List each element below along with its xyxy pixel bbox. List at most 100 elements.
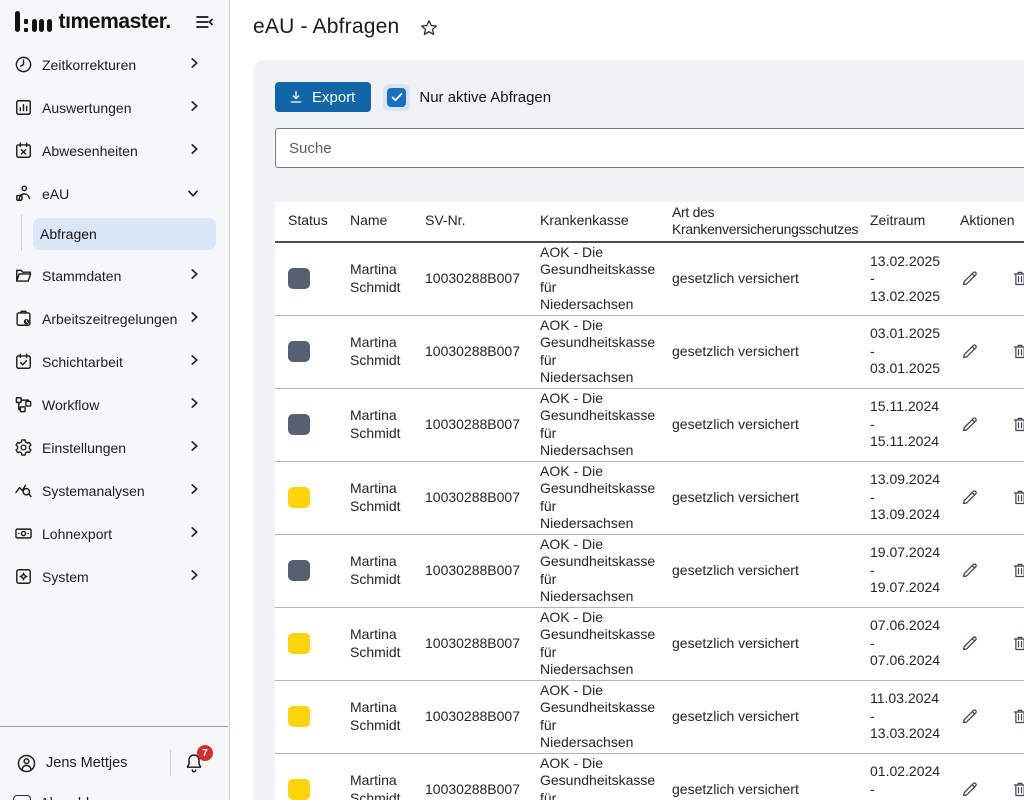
chart-magnifier-icon <box>14 481 33 500</box>
table-header-row: Status Name SV-Nr. Krankenkasse Art des … <box>275 202 1024 242</box>
calendar-check-icon <box>14 352 33 371</box>
cell-sv-nr: 10030288B007 <box>425 607 540 680</box>
chevron-right-icon <box>189 525 200 542</box>
table-row: Martina Schmidt 10030288B007 AOK - Die G… <box>275 242 1024 315</box>
cell-krankenkasse: AOK - Die Gesundheitskasse für Niedersac… <box>540 680 672 753</box>
edit-pencil-icon[interactable] <box>960 707 979 726</box>
edit-pencil-icon[interactable] <box>960 342 979 361</box>
delete-trash-icon[interactable] <box>1011 634 1024 653</box>
chevron-right-icon <box>189 310 200 327</box>
table-row: Martina Schmidt 10030288B007 AOK - Die G… <box>275 315 1024 388</box>
table-row: Martina Schmidt 10030288B007 AOK - Die G… <box>275 534 1024 607</box>
footer-divider <box>170 750 171 776</box>
sidebar-item-auswertungen[interactable]: Auswertungen <box>0 86 228 129</box>
cell-art: gesetzlich versichert <box>672 607 870 680</box>
cell-sv-nr: 10030288B007 <box>425 242 540 315</box>
sidebar-item-einstellungen[interactable]: Einstellungen <box>0 426 228 469</box>
cell-sv-nr: 10030288B007 <box>425 680 540 753</box>
col-krankenkasse: Krankenkasse <box>540 202 672 242</box>
cell-zeitraum: 07.06.2024-07.06.2024 <box>870 607 960 680</box>
status-badge <box>288 779 310 800</box>
sidebar-footer: Jens Mettjes 7 Abmelden <box>0 726 228 800</box>
sidebar-item-schichtarbeit[interactable]: Schichtarbeit <box>0 340 228 383</box>
sidebar-bottom-partial-item[interactable]: Abmelden <box>13 795 105 800</box>
cell-krankenkasse: AOK - Die Gesundheitskasse für Niedersac… <box>540 753 672 800</box>
sidebar-subitem-abfragen[interactable]: Abfragen <box>33 218 216 250</box>
edit-pencil-icon[interactable] <box>960 634 979 653</box>
folder-icon <box>14 266 33 285</box>
chevron-right-icon <box>189 56 200 73</box>
sidebar-item-system[interactable]: System <box>0 555 228 598</box>
cell-name: Martina Schmidt <box>350 753 425 800</box>
cell-krankenkasse: AOK - Die Gesundheitskasse für Niedersac… <box>540 242 672 315</box>
cell-art: gesetzlich versichert <box>672 242 870 315</box>
favorite-star-icon[interactable] <box>419 18 439 43</box>
search-input[interactable] <box>275 128 1024 168</box>
sidebar-item-zeitkorrekturen[interactable]: Zeitkorrekturen <box>0 43 228 86</box>
cell-zeitraum: 03.01.2025-03.01.2025 <box>870 315 960 388</box>
cell-art: gesetzlich versichert <box>672 534 870 607</box>
toolbar: Export Nur aktive Abfragen <box>275 82 1024 112</box>
delete-trash-icon[interactable] <box>1011 707 1024 726</box>
sidebar-item-workflow[interactable]: Workflow <box>0 383 228 426</box>
chevron-down-icon <box>186 186 200 202</box>
cell-krankenkasse: AOK - Die Gesundheitskasse für Niedersac… <box>540 388 672 461</box>
active-filter-checkbox[interactable]: Nur aktive Abfragen <box>383 84 551 111</box>
cell-zeitraum: 15.11.2024-15.11.2024 <box>870 388 960 461</box>
export-button[interactable]: Export <box>275 82 371 112</box>
chevron-right-icon <box>189 396 200 413</box>
sidebar-item-stammdaten[interactable]: Stammdaten <box>0 254 228 297</box>
edit-pencil-icon[interactable] <box>960 561 979 580</box>
sidebar-collapse-icon[interactable] <box>194 12 215 32</box>
notifications-button[interactable]: 7 <box>184 752 204 774</box>
checkbox-label: Nur aktive Abfragen <box>419 89 551 106</box>
cell-art: gesetzlich versichert <box>672 388 870 461</box>
logo-row: tımemaster. <box>0 0 229 43</box>
table-row: Martina Schmidt 10030288B007 AOK - Die G… <box>275 388 1024 461</box>
user-name: Jens Mettjes <box>46 755 127 771</box>
cell-sv-nr: 10030288B007 <box>425 534 540 607</box>
status-badge <box>288 414 310 435</box>
edit-pencil-icon[interactable] <box>960 488 979 507</box>
person-medical-icon <box>14 184 33 203</box>
edit-pencil-icon[interactable] <box>960 415 979 434</box>
chevron-right-icon <box>189 353 200 370</box>
table-row: Martina Schmidt 10030288B007 AOK - Die G… <box>275 607 1024 680</box>
delete-trash-icon[interactable] <box>1011 269 1024 288</box>
chevron-right-icon <box>189 568 200 585</box>
notification-badge: 7 <box>197 745 213 761</box>
sidebar-item-abwesenheiten[interactable]: Abwesenheiten <box>0 129 228 172</box>
delete-trash-icon[interactable] <box>1011 561 1024 580</box>
col-name: Name <box>350 202 425 242</box>
checkbox-checked <box>387 88 406 107</box>
delete-trash-icon[interactable] <box>1011 415 1024 434</box>
cell-krankenkasse: AOK - Die Gesundheitskasse für Niedersac… <box>540 607 672 680</box>
edit-pencil-icon[interactable] <box>960 780 979 799</box>
delete-trash-icon[interactable] <box>1011 342 1024 361</box>
cell-zeitraum: 13.09.2024-13.09.2024 <box>870 461 960 534</box>
delete-trash-icon[interactable] <box>1011 780 1024 799</box>
calendar-x-icon <box>14 141 33 160</box>
app: { "sidebar": { "logo_text": "tımemaster.… <box>0 0 1024 800</box>
queries-table: Status Name SV-Nr. Krankenkasse Art des … <box>275 202 1024 800</box>
edit-pencil-icon[interactable] <box>960 269 979 288</box>
delete-trash-icon[interactable] <box>1011 488 1024 507</box>
bar-chart-icon <box>14 98 33 117</box>
cell-krankenkasse: AOK - Die Gesundheitskasse für Niedersac… <box>540 461 672 534</box>
chevron-right-icon <box>189 482 200 499</box>
sidebar-item-systemanalysen[interactable]: Systemanalysen <box>0 469 228 512</box>
tree-line <box>21 215 22 251</box>
cell-sv-nr: 10030288B007 <box>425 315 540 388</box>
sidebar-item-eau[interactable]: eAU <box>0 172 228 215</box>
sidebar-item-arbeitszeitregelungen[interactable]: Arbeitszeitregelungen <box>0 297 228 340</box>
sidebar-item-lohnexport[interactable]: Lohnexport <box>0 512 228 555</box>
col-status: Status <box>275 202 350 242</box>
timemaster-logo-mark <box>15 11 52 32</box>
user-row[interactable]: Jens Mettjes 7 <box>16 749 204 777</box>
cell-name: Martina Schmidt <box>350 534 425 607</box>
cell-name: Martina Schmidt <box>350 680 425 753</box>
logout-icon <box>13 795 31 800</box>
sidebar: tımemaster. Zeitkorrekturen Auswertungen… <box>0 0 230 800</box>
clock-icon <box>14 55 33 74</box>
cell-art: gesetzlich versichert <box>672 315 870 388</box>
